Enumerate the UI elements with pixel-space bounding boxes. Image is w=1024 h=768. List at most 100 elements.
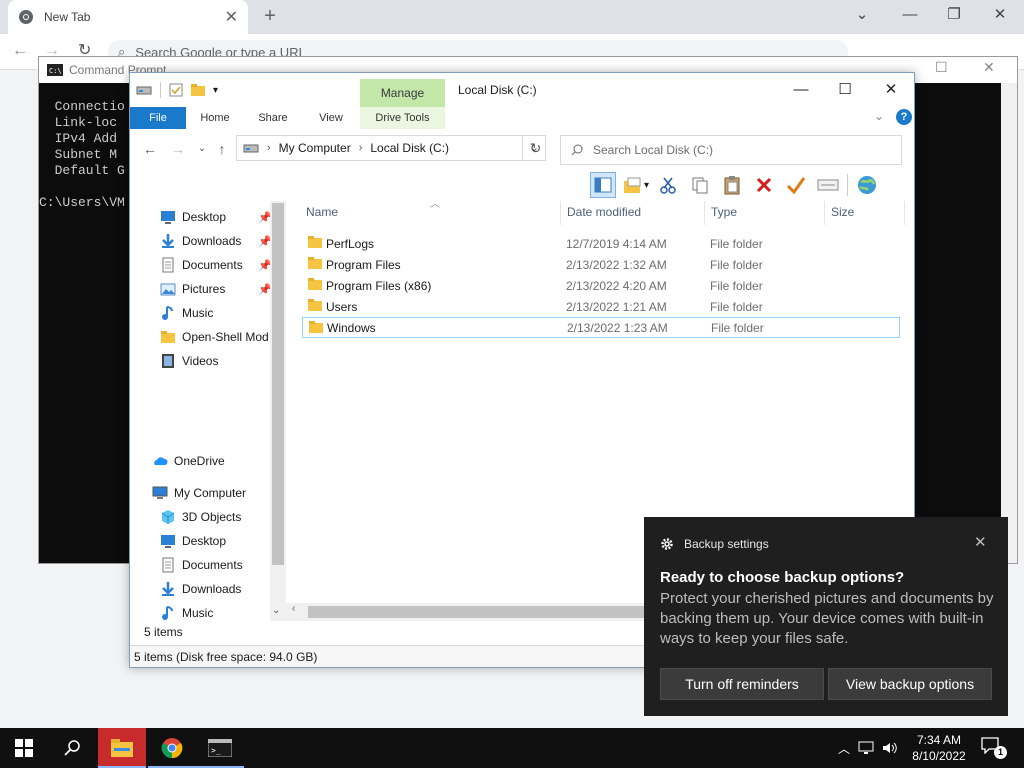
- scroll-left-icon[interactable]: ‹: [292, 603, 295, 614]
- svg-text:C:\: C:\: [49, 67, 62, 75]
- chrome-tabsearch-icon[interactable]: ⌄: [848, 4, 876, 26]
- sidebar-item-computer-1[interactable]: Desktop: [160, 529, 286, 553]
- start-button[interactable]: [0, 728, 48, 768]
- column-type[interactable]: Type: [711, 205, 737, 219]
- sidebar-item-computer-2[interactable]: Documents: [160, 553, 286, 577]
- cut-icon[interactable]: [655, 172, 681, 198]
- browser-tab[interactable]: New Tab ✕: [8, 0, 248, 34]
- recent-locations-icon[interactable]: ⌄: [194, 143, 210, 154]
- sidebar-item-quick-6[interactable]: Videos: [160, 349, 286, 373]
- chrome-minimize-button[interactable]: —: [896, 4, 924, 26]
- column-separator[interactable]: [704, 201, 705, 225]
- clock[interactable]: 7:34 AM 8/10/2022: [906, 732, 972, 764]
- help-icon[interactable]: ?: [896, 109, 912, 125]
- svg-text:>_: >_: [211, 746, 221, 755]
- refresh-icon[interactable]: ↻: [522, 135, 548, 161]
- breadcrumb-my-computer[interactable]: My Computer: [279, 141, 351, 155]
- sidebar-item-computer-4[interactable]: Music: [160, 601, 286, 621]
- view-dropdown-icon[interactable]: ▾: [644, 180, 649, 191]
- file-type: File folder: [711, 320, 764, 335]
- view-backup-options-button[interactable]: View backup options: [828, 668, 992, 700]
- backup-notification[interactable]: Backup settings ✕ Ready to choose backup…: [644, 517, 1008, 716]
- breadcrumb-separator-icon[interactable]: ›: [359, 142, 363, 154]
- sidebar-item-label: Documents: [182, 258, 243, 272]
- show-hidden-icons-icon[interactable]: ︿: [838, 740, 850, 757]
- notification-count-badge: 1: [994, 746, 1007, 759]
- taskbar-command-prompt[interactable]: >_: [196, 728, 244, 768]
- sidebar-item-quick-5[interactable]: Open-Shell Mod: [160, 325, 286, 349]
- column-name[interactable]: Name: [306, 205, 338, 219]
- sidebar-item-my-computer[interactable]: My Computer: [152, 481, 286, 505]
- windows-logo-icon: [15, 739, 33, 757]
- file-type: File folder: [710, 236, 763, 251]
- properties-icon[interactable]: [169, 83, 183, 97]
- sidebar-item-quick-3[interactable]: Pictures 📌: [160, 277, 286, 301]
- file-row[interactable]: Windows 2/13/2022 1:23 AM File folder: [302, 317, 900, 338]
- explorer-close-button[interactable]: ✕: [868, 77, 914, 103]
- paste-icon[interactable]: [719, 172, 745, 198]
- nav-scroll-down-icon[interactable]: ⌄: [272, 605, 280, 616]
- navigation-pane-icon[interactable]: [590, 172, 616, 198]
- address-bar[interactable]: › My Computer › Local Disk (C:) ⌄: [236, 135, 546, 161]
- videos-icon: [160, 353, 182, 369]
- sidebar-item-computer-3[interactable]: Downloads: [160, 577, 286, 601]
- sidebar-item-onedrive[interactable]: OneDrive: [152, 449, 286, 473]
- taskbar-chrome[interactable]: [148, 728, 196, 768]
- qat-dropdown-icon[interactable]: ▾: [213, 85, 218, 96]
- cmd-close-button[interactable]: ✕: [983, 59, 995, 76]
- sidebar-item-quick-1[interactable]: Downloads 📌: [160, 229, 286, 253]
- tab-drive-tools[interactable]: Drive Tools: [360, 107, 445, 129]
- tab-view[interactable]: View: [306, 107, 356, 129]
- expand-ribbon-icon[interactable]: ⌄: [874, 109, 884, 123]
- column-size[interactable]: Size: [831, 205, 854, 219]
- file-row[interactable]: Program Files (x86) 2/13/2022 4:20 AM File…: [302, 275, 900, 296]
- copy-icon[interactable]: [687, 172, 713, 198]
- tab-home[interactable]: Home: [190, 107, 240, 129]
- explorer-titlebar[interactable]: ▾ Manage Local Disk (C:) — ☐ ✕: [130, 73, 914, 107]
- sidebar-item-quick-4[interactable]: Music: [160, 301, 286, 325]
- downloads-icon: [160, 581, 182, 597]
- new-tab-button[interactable]: +: [258, 4, 282, 28]
- delete-icon[interactable]: [751, 172, 777, 198]
- tab-file[interactable]: File: [130, 107, 186, 129]
- back-icon[interactable]: ←: [142, 141, 158, 157]
- up-icon[interactable]: ↑: [214, 141, 230, 157]
- chrome-restore-button[interactable]: ❐: [940, 4, 968, 26]
- cmd-scrollbar[interactable]: [1001, 83, 1017, 563]
- forward-icon[interactable]: →: [170, 141, 186, 157]
- rename-icon[interactable]: [815, 172, 841, 198]
- tab-share[interactable]: Share: [248, 107, 298, 129]
- network-globe-icon[interactable]: [854, 172, 880, 198]
- file-row[interactable]: Users 2/13/2022 1:21 AM File folder: [302, 296, 900, 317]
- search-input[interactable]: Search Local Disk (C:): [560, 135, 902, 165]
- new-folder-icon[interactable]: [191, 84, 205, 96]
- properties-check-icon[interactable]: [783, 172, 809, 198]
- close-tab-icon[interactable]: ✕: [225, 7, 238, 27]
- column-separator[interactable]: [560, 201, 561, 225]
- close-icon[interactable]: ✕: [974, 533, 987, 551]
- column-date-modified[interactable]: Date modified: [567, 205, 641, 219]
- navigation-pane[interactable]: Desktop 📌 Downloads 📌 Documents 📌 Pictures 📌 Mus…: [130, 201, 286, 621]
- taskbar-file-explorer[interactable]: [98, 728, 146, 768]
- onedrive-icon: [154, 457, 168, 465]
- nav-scroll-thumb[interactable]: [272, 203, 284, 565]
- cmd-restore-button[interactable]: ☐: [935, 59, 948, 76]
- sidebar-item-quick-0[interactable]: Desktop 📌: [160, 205, 286, 229]
- file-row[interactable]: Program Files 2/13/2022 1:32 AM File folde…: [302, 254, 900, 275]
- sidebar-item-computer-0[interactable]: 3D Objects: [160, 505, 286, 529]
- search-button[interactable]: [48, 728, 96, 768]
- file-row[interactable]: PerfLogs 12/7/2019 4:14 AM File folder: [302, 233, 900, 254]
- column-separator[interactable]: [904, 201, 905, 225]
- chrome-close-button[interactable]: ✕: [986, 4, 1014, 26]
- breadcrumb-local-disk[interactable]: Local Disk (C:): [370, 141, 449, 155]
- column-separator[interactable]: [824, 201, 825, 225]
- explorer-maximize-button[interactable]: ☐: [822, 77, 868, 103]
- turn-off-reminders-button[interactable]: Turn off reminders: [660, 668, 824, 700]
- network-icon[interactable]: [858, 741, 874, 755]
- sidebar-item-quick-2[interactable]: Documents 📌: [160, 253, 286, 277]
- back-icon[interactable]: ←: [12, 42, 28, 60]
- volume-icon[interactable]: [882, 741, 898, 755]
- explorer-minimize-button[interactable]: —: [778, 77, 824, 103]
- view-options-icon[interactable]: [622, 172, 644, 198]
- breadcrumb-separator-icon[interactable]: ›: [267, 142, 271, 154]
